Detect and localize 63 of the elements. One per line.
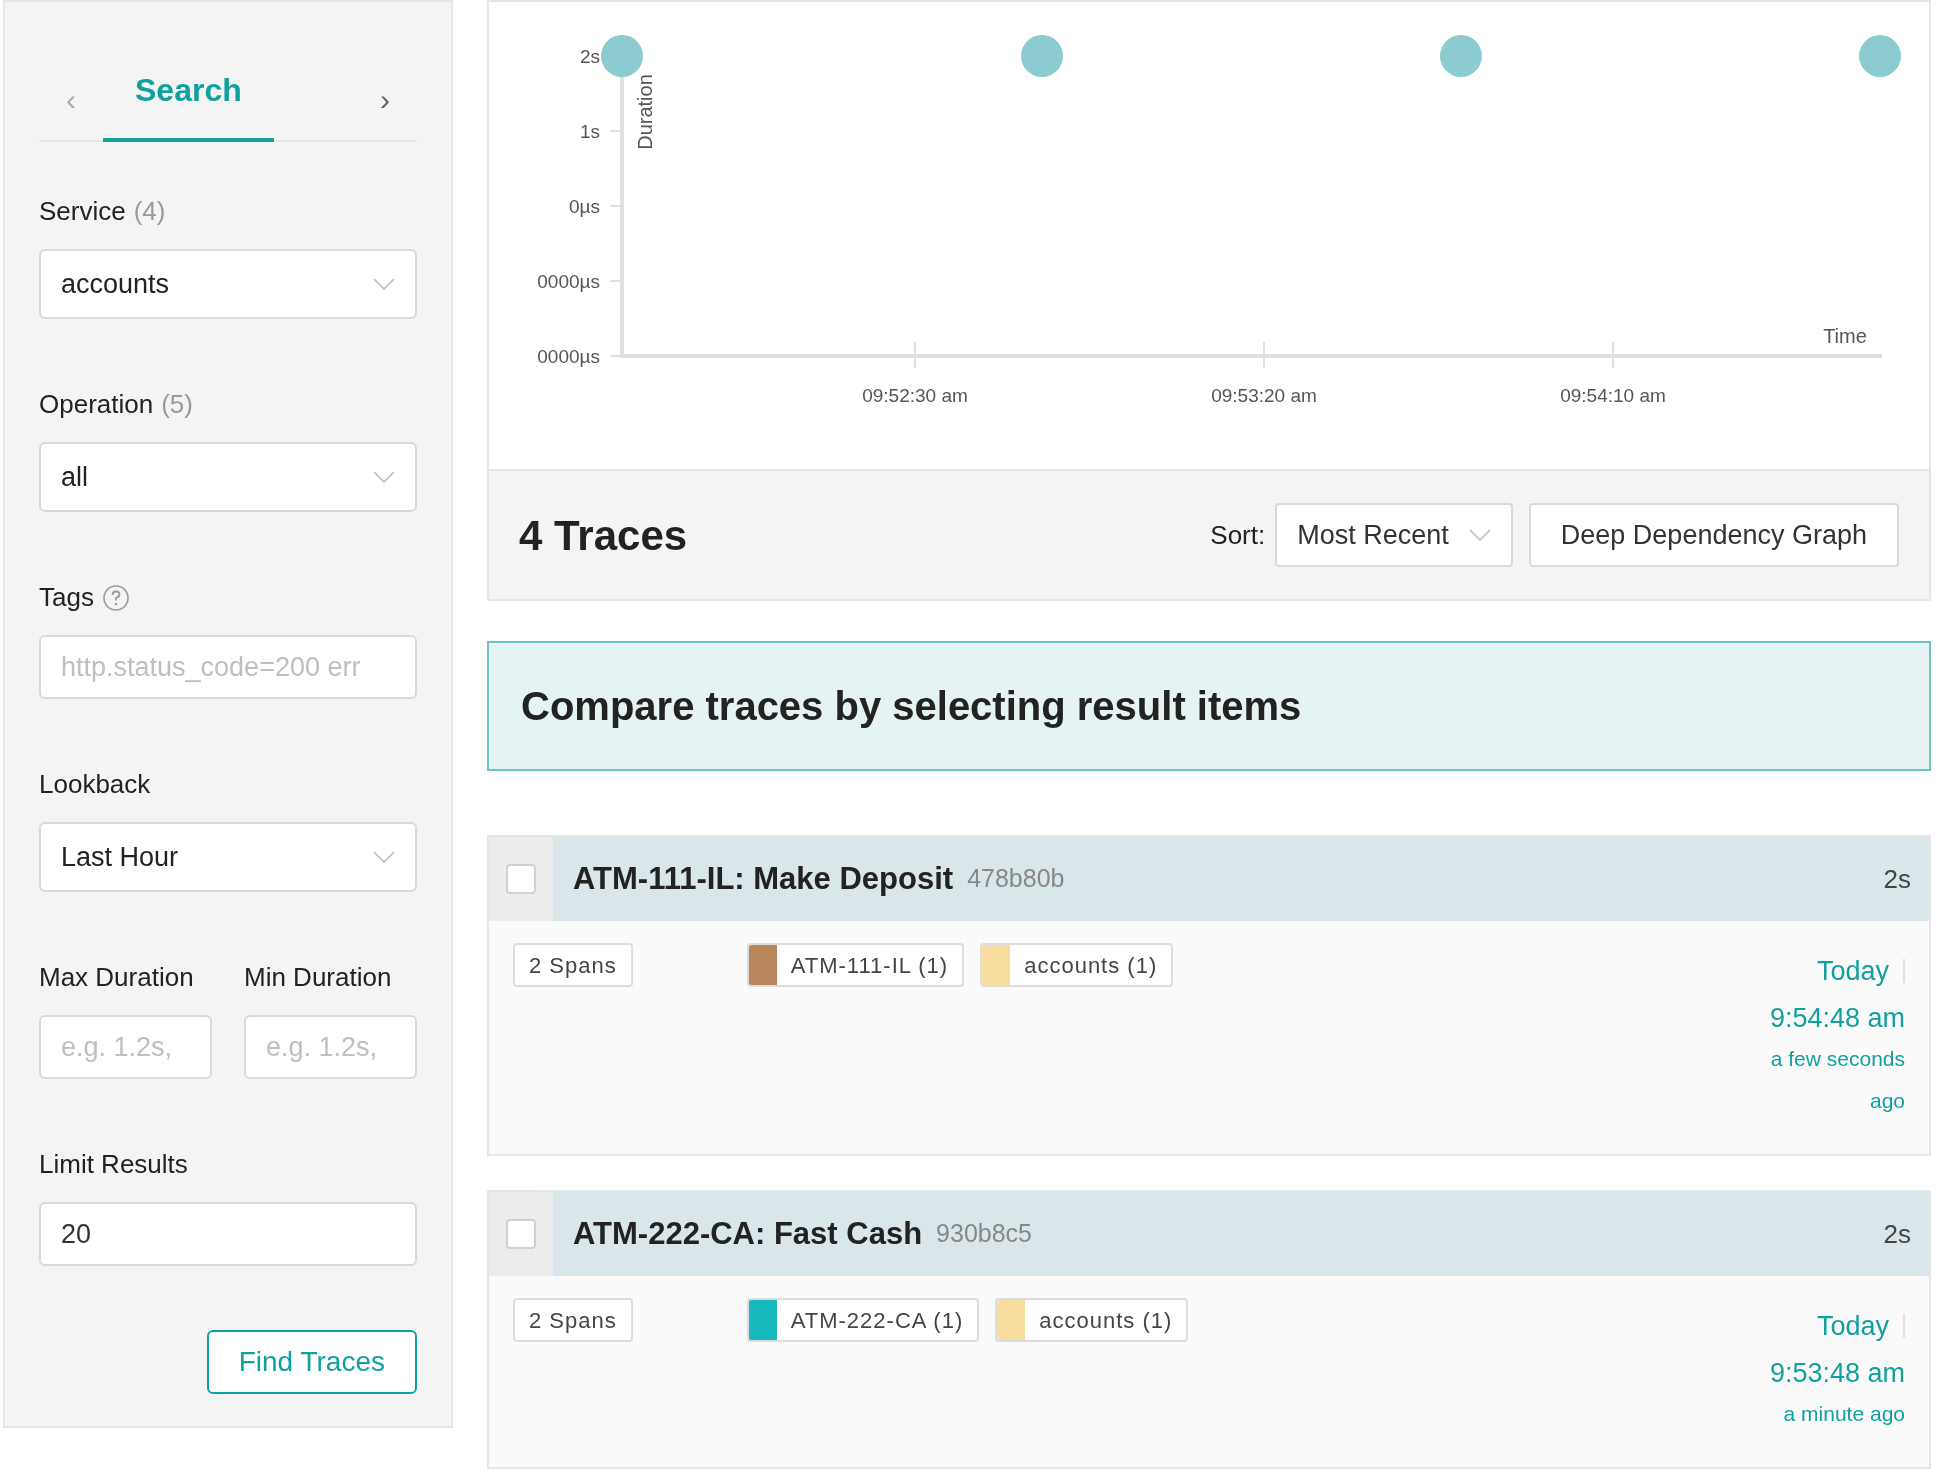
y-tick-label: 0000µs — [537, 271, 600, 292]
span-count: 2 Spans — [513, 1298, 633, 1342]
compare-banner: Compare traces by selecting result items — [487, 641, 1931, 771]
help-icon[interactable] — [101, 583, 130, 612]
sort-select[interactable]: Most Recent — [1275, 503, 1513, 567]
trace-time: 9:54:48 am — [1769, 1001, 1905, 1035]
trace-time: 9:53:48 am — [1769, 1356, 1905, 1390]
select-field[interactable]: accounts — [39, 249, 417, 319]
field-label: Limit Results — [39, 1148, 188, 1181]
trace-title[interactable]: ATM-222-CA: Fast Cash — [573, 1210, 923, 1258]
x-tick-label: 09:53:20 am — [1211, 385, 1317, 406]
trace-card[interactable]: ATM-222-CA: Fast Cash 930b8c5 2s 2 Spans ATM-222-CA (1) accounts (1) Today 9:53:48 am a minute ago — [487, 1190, 1931, 1469]
chevron-down-icon — [373, 278, 395, 290]
data-point[interactable] — [601, 35, 643, 77]
y-tick-label: 0000µs — [537, 346, 600, 367]
field-label: Tags — [39, 581, 94, 614]
chevron-down-icon — [373, 471, 395, 483]
service-tag: accounts (1) — [980, 943, 1174, 987]
input-field[interactable]: http.status_code=200 err — [39, 635, 417, 699]
trace-duration: 2s — [1883, 862, 1911, 896]
field-label: Max Duration — [39, 961, 194, 994]
select-field[interactable]: all — [39, 442, 417, 512]
data-point[interactable] — [1859, 35, 1901, 77]
field-label: Lookback — [39, 768, 151, 801]
sort-label: Sort: — [1210, 518, 1266, 552]
trace-count: 4 Traces — [519, 510, 689, 561]
trace-day: Today — [1816, 951, 1889, 992]
trace-checkbox[interactable] — [506, 864, 536, 894]
trace-checkbox[interactable] — [506, 1219, 536, 1249]
trace-age: a few seconds ago — [1769, 1046, 1905, 1114]
chevron-down-icon — [373, 851, 395, 863]
field-label: Operation — [39, 388, 154, 421]
y-tick-label: 0µs — [569, 196, 600, 217]
input-field[interactable]: 20 — [39, 1202, 417, 1266]
axis-title: Duration — [634, 74, 656, 150]
trace-duration: 2s — [1883, 1217, 1911, 1251]
trace-title[interactable]: ATM-111-IL: Make Deposit — [573, 855, 954, 903]
y-tick-label: 2s — [579, 46, 600, 67]
service-tag: ATM-111-IL (1) — [746, 943, 965, 987]
input-field[interactable]: e.g. 1.2s, — [244, 1015, 417, 1079]
trace-id: 930b8c5 — [936, 1218, 1034, 1250]
x-tick-label: 09:54:10 am — [1560, 385, 1666, 406]
trace-day: Today — [1816, 1306, 1889, 1347]
data-point[interactable] — [1440, 35, 1482, 77]
chevron-down-icon — [1468, 529, 1491, 541]
data-point[interactable] — [1021, 35, 1063, 77]
next-icon[interactable]: › — [353, 76, 417, 122]
y-tick-label: 1s — [579, 121, 600, 142]
x-tick-label: 09:52:30 am — [862, 385, 968, 406]
field-count: (4) — [133, 195, 166, 228]
trace-age: a minute ago — [1783, 1401, 1905, 1427]
service-tag: accounts (1) — [995, 1298, 1189, 1342]
field-label: Service — [39, 195, 126, 228]
dependency-graph-button[interactable]: Deep Dependency Graph — [1528, 503, 1899, 567]
trace-id: 478b80b — [967, 863, 1066, 895]
select-field[interactable]: Last Hour — [39, 822, 417, 892]
trace-card[interactable]: ATM-111-IL: Make Deposit 478b80b 2s 2 Spans ATM-111-IL (1) accounts (1) Today 9:54:48 am a few seconds ago — [487, 835, 1931, 1156]
axis-title: Time — [1823, 325, 1867, 347]
input-field[interactable]: e.g. 1.2s, — [39, 1015, 212, 1079]
span-count: 2 Spans — [513, 943, 633, 987]
service-tag: ATM-222-CA (1) — [746, 1298, 980, 1342]
field-label: Min Duration — [244, 961, 392, 994]
field-count: (5) — [161, 388, 193, 421]
